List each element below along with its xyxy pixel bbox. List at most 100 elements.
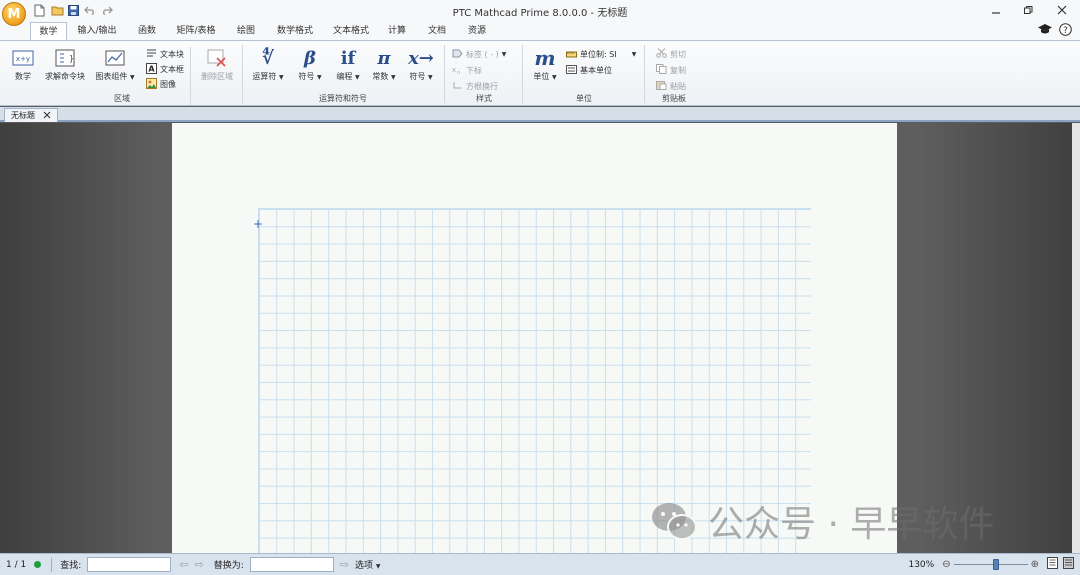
constants-button[interactable]: π 常数 ▼ — [368, 45, 400, 82]
tab-calculation[interactable]: 计算 — [382, 22, 412, 41]
units-group: m 单位 ▼ 单位制: SI ▼ 基本单位 单位 — [526, 43, 642, 105]
cut-button[interactable]: 剪切 — [656, 47, 686, 61]
ribbon: x+y 数学 } 求解命令块 图表组件 ▼ 文本块 A 文本框 图像 删除区域 … — [0, 40, 1080, 106]
unit-m-icon: m — [534, 46, 556, 70]
watermark: 公众号 · 早早软件 — [650, 495, 994, 547]
label-icon — [452, 49, 463, 60]
units-group-label: 单位 — [576, 94, 592, 103]
symbols-button[interactable]: β 符号 ▼ — [294, 45, 326, 82]
svg-text:n: n — [457, 70, 460, 74]
page-indicator: 1 / 1 — [6, 559, 27, 570]
math-region-icon: x+y — [8, 45, 38, 71]
svg-text:?: ? — [1063, 26, 1068, 36]
restore-button[interactable] — [1017, 2, 1039, 18]
chart-icon — [92, 45, 138, 71]
vertical-scrollbar[interactable] — [1072, 123, 1080, 553]
symbolics-button[interactable]: x→ 符号 ▼ — [404, 45, 438, 82]
solve-block-icon: } — [44, 45, 86, 71]
chevron-down-icon: ▼ — [390, 74, 396, 81]
window-title: PTC Mathcad Prime 8.0.0.0 - 无标题 — [452, 8, 628, 19]
solve-block-button[interactable]: } 求解命令块 — [44, 45, 86, 82]
root-icon: ∜ — [262, 47, 274, 69]
mathcad-logo[interactable]: M — [2, 2, 26, 26]
base-units-button[interactable]: 基本单位 — [566, 63, 612, 77]
wechat-icon — [650, 500, 698, 542]
svg-text:x: x — [452, 66, 456, 74]
find-next-icon[interactable]: ⇨ — [194, 558, 203, 571]
svg-text:A: A — [148, 64, 155, 73]
zoom-level: 130% — [908, 559, 935, 570]
tab-math[interactable]: 数学 — [30, 22, 67, 41]
image-button[interactable]: 图像 — [146, 77, 176, 91]
chevron-down-icon: ▼ — [631, 50, 637, 58]
document-tab-bar: 无标题 — [0, 107, 1080, 122]
status-bar: 1 / 1 查找: ⇦ ⇨ 替换为: ⇨ 选项 ▼ 130% ⊖ ⊕ — [0, 553, 1080, 575]
delete-region-button[interactable]: 删除区域 — [196, 45, 238, 82]
if-icon: if — [340, 47, 356, 69]
operators-group: ∜ 运算符 ▼ β 符号 ▼ if 编程 ▼ π 常数 ▼ x→ 符号 ▼ 运算… — [246, 43, 440, 105]
math-region-button[interactable]: x+y 数学 — [8, 45, 38, 82]
tab-math-formatting[interactable]: 数学格式 — [270, 22, 320, 41]
text-box-button[interactable]: A 文本框 — [146, 62, 184, 76]
help-icon[interactable]: ? — [1059, 23, 1072, 40]
units-button[interactable]: m 单位 ▼ — [528, 45, 562, 82]
tab-document[interactable]: 文档 — [420, 22, 454, 41]
zoom-in-icon[interactable]: ⊕ — [1031, 559, 1039, 570]
paste-icon — [656, 80, 667, 92]
text-block-icon — [146, 48, 157, 60]
separator — [444, 45, 445, 103]
worksheet-page[interactable]: + — [172, 123, 897, 553]
regions-group: x+y 数学 } 求解命令块 图表组件 ▼ 文本块 A 文本框 图像 删除区域 … — [4, 43, 240, 105]
tab-plots[interactable]: 绘图 — [229, 22, 263, 41]
tab-text-formatting[interactable]: 文本格式 — [326, 22, 376, 41]
operators-button[interactable]: ∜ 运算符 ▼ — [250, 45, 286, 82]
minimize-button[interactable] — [985, 2, 1007, 18]
wrap-icon — [452, 81, 463, 92]
chevron-down-icon: ▼ — [427, 74, 433, 81]
unit-system-combo[interactable]: 单位制: SI ▼ — [566, 47, 636, 61]
operators-group-label: 运算符和符号 — [319, 94, 367, 103]
ruler-icon — [566, 49, 577, 60]
zoom-slider[interactable] — [953, 559, 1028, 570]
chevron-down-icon: ▼ — [375, 563, 381, 570]
tab-functions[interactable]: 函数 — [130, 22, 164, 41]
text-block-button[interactable]: 文本块 — [146, 47, 184, 61]
zoom-out-icon[interactable]: ⊖ — [942, 559, 950, 570]
options-dropdown[interactable]: 选项 ▼ — [355, 558, 381, 571]
calculation-status-indicator — [34, 561, 42, 568]
wrap-button[interactable]: 方根换行 — [452, 79, 498, 93]
paste-button[interactable]: 粘贴 — [656, 79, 686, 93]
replace-label: 替换为: — [213, 561, 244, 571]
tab-resources[interactable]: 资源 — [460, 22, 494, 41]
document-tab[interactable]: 无标题 — [4, 108, 58, 122]
page-view-icon[interactable] — [1047, 557, 1058, 572]
separator — [51, 557, 53, 572]
separator — [644, 45, 645, 103]
close-tab-icon[interactable] — [43, 111, 51, 121]
scissors-icon — [656, 48, 667, 60]
replace-arrow-icon[interactable]: ⇨ — [340, 558, 349, 571]
chart-component-button[interactable]: 图表组件 ▼ — [92, 45, 138, 82]
programming-button[interactable]: if 编程 ▼ — [332, 45, 364, 82]
separator — [242, 45, 243, 103]
tab-input-output[interactable]: 输入/输出 — [72, 22, 122, 41]
crosshair-cursor-icon: + — [253, 217, 264, 231]
copy-button[interactable]: 复制 — [656, 63, 686, 77]
svg-text:}: } — [69, 54, 74, 63]
zoom-slider-thumb[interactable] — [993, 559, 1000, 570]
image-icon — [146, 77, 157, 91]
find-label: 查找: — [60, 561, 82, 571]
tab-matrices-tables[interactable]: 矩阵/表格 — [171, 22, 221, 41]
workspace: + 公众号 · 早早软件 — [0, 123, 1080, 553]
label-combo[interactable]: 标签 ( - ) ▼ — [452, 47, 506, 61]
subscript-button[interactable]: xn 下标 — [452, 63, 482, 77]
draft-view-icon[interactable] — [1063, 557, 1074, 572]
find-previous-icon[interactable]: ⇦ — [179, 558, 188, 571]
mortarboard-icon[interactable] — [1037, 23, 1053, 40]
chevron-down-icon: ▼ — [551, 74, 557, 81]
beta-icon: β — [304, 47, 316, 69]
close-button[interactable] — [1051, 2, 1073, 18]
clipboard-group-label: 剪贴板 — [662, 94, 686, 103]
replace-input[interactable] — [249, 557, 334, 572]
find-input[interactable] — [87, 557, 172, 572]
